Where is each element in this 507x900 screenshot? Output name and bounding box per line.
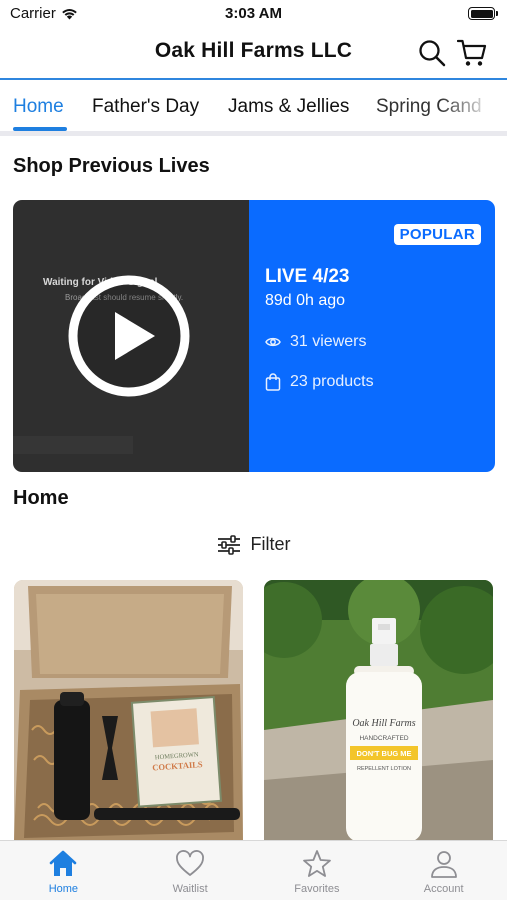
product-card-cocktail-kit[interactable]: HOMEGROWN COCKTAILS xyxy=(14,580,243,842)
tab-fathers-day[interactable]: Father's Day xyxy=(92,96,199,118)
viewers-stat: 31 viewers xyxy=(265,333,366,351)
tabbar-home[interactable]: Home xyxy=(0,841,127,900)
svg-text:HANDCRAFTED: HANDCRAFTED xyxy=(359,735,408,742)
live-video-thumbnail[interactable]: Waiting for Video Signal Broadcast shoul… xyxy=(13,200,249,472)
product-card-bug-lotion[interactable]: Oak Hill Farms HANDCRAFTED DON'T BUG ME … xyxy=(264,580,493,842)
section-title-previous-lives: Shop Previous Lives xyxy=(13,155,210,177)
live-info-panel[interactable]: POPULAR LIVE 4/23 89d 0h ago 31 viewers … xyxy=(249,200,495,472)
svg-text:DON'T BUG ME: DON'T BUG ME xyxy=(356,749,411,758)
video-shadow-bar xyxy=(13,436,133,454)
tabbar-account-label: Account xyxy=(423,883,464,895)
lotion-brand-text: Oak Hill Farms xyxy=(352,718,415,729)
products-stat: 23 products xyxy=(265,373,374,391)
home-icon xyxy=(50,850,77,876)
previous-live-card[interactable]: Waiting for Video Signal Broadcast shoul… xyxy=(13,200,495,472)
tabbar-waitlist-label: Waitlist xyxy=(172,883,208,895)
bottom-tab-bar: Home Waitlist Favorites Account xyxy=(0,840,507,900)
heart-icon xyxy=(176,850,205,876)
cart-icon[interactable] xyxy=(457,38,487,68)
tab-jams-jellies[interactable]: Jams & Jellies xyxy=(228,96,349,118)
live-date-label: LIVE 4/23 xyxy=(265,266,350,287)
status-bar: Carrier 3:03 AM xyxy=(0,0,507,28)
sliders-icon xyxy=(217,534,240,555)
tab-active-indicator xyxy=(13,127,67,131)
eye-icon xyxy=(265,337,281,347)
shopping-bag-icon xyxy=(265,373,281,391)
battery-icon xyxy=(468,7,498,20)
products-count: 23 products xyxy=(290,373,374,390)
tab-home[interactable]: Home xyxy=(13,96,64,118)
section-title-home: Home xyxy=(13,487,69,509)
product-image-bug-lotion: Oak Hill Farms HANDCRAFTED DON'T BUG ME … xyxy=(264,580,493,842)
filter-label: Filter xyxy=(250,534,291,554)
tabbar-favorites-label: Favorites xyxy=(294,883,340,895)
filter-button[interactable]: Filter xyxy=(0,534,507,555)
tabs-fade xyxy=(440,82,507,131)
person-icon xyxy=(430,851,457,878)
live-time-ago: 89d 0h ago xyxy=(265,292,346,309)
tabbar-home-label: Home xyxy=(48,883,79,895)
popular-badge: POPULAR xyxy=(393,224,481,245)
product-image-cocktail-kit: HOMEGROWN COCKTAILS xyxy=(14,580,243,842)
tabbar-waitlist[interactable]: Waitlist xyxy=(127,841,254,900)
star-icon xyxy=(302,850,331,877)
search-icon[interactable] xyxy=(417,38,447,68)
viewers-count: 31 viewers xyxy=(290,333,367,350)
tabbar-account[interactable]: Account xyxy=(380,841,507,900)
navigation-bar: Oak Hill Farms LLC xyxy=(0,28,507,80)
category-tabs: Home Father's Day Jams & Jellies Spring … xyxy=(0,82,507,136)
clock: 3:03 AM xyxy=(225,5,282,22)
play-icon[interactable] xyxy=(67,274,191,398)
svg-text:REPELLENT LOTION: REPELLENT LOTION xyxy=(357,766,411,772)
tabbar-favorites[interactable]: Favorites xyxy=(254,841,381,900)
